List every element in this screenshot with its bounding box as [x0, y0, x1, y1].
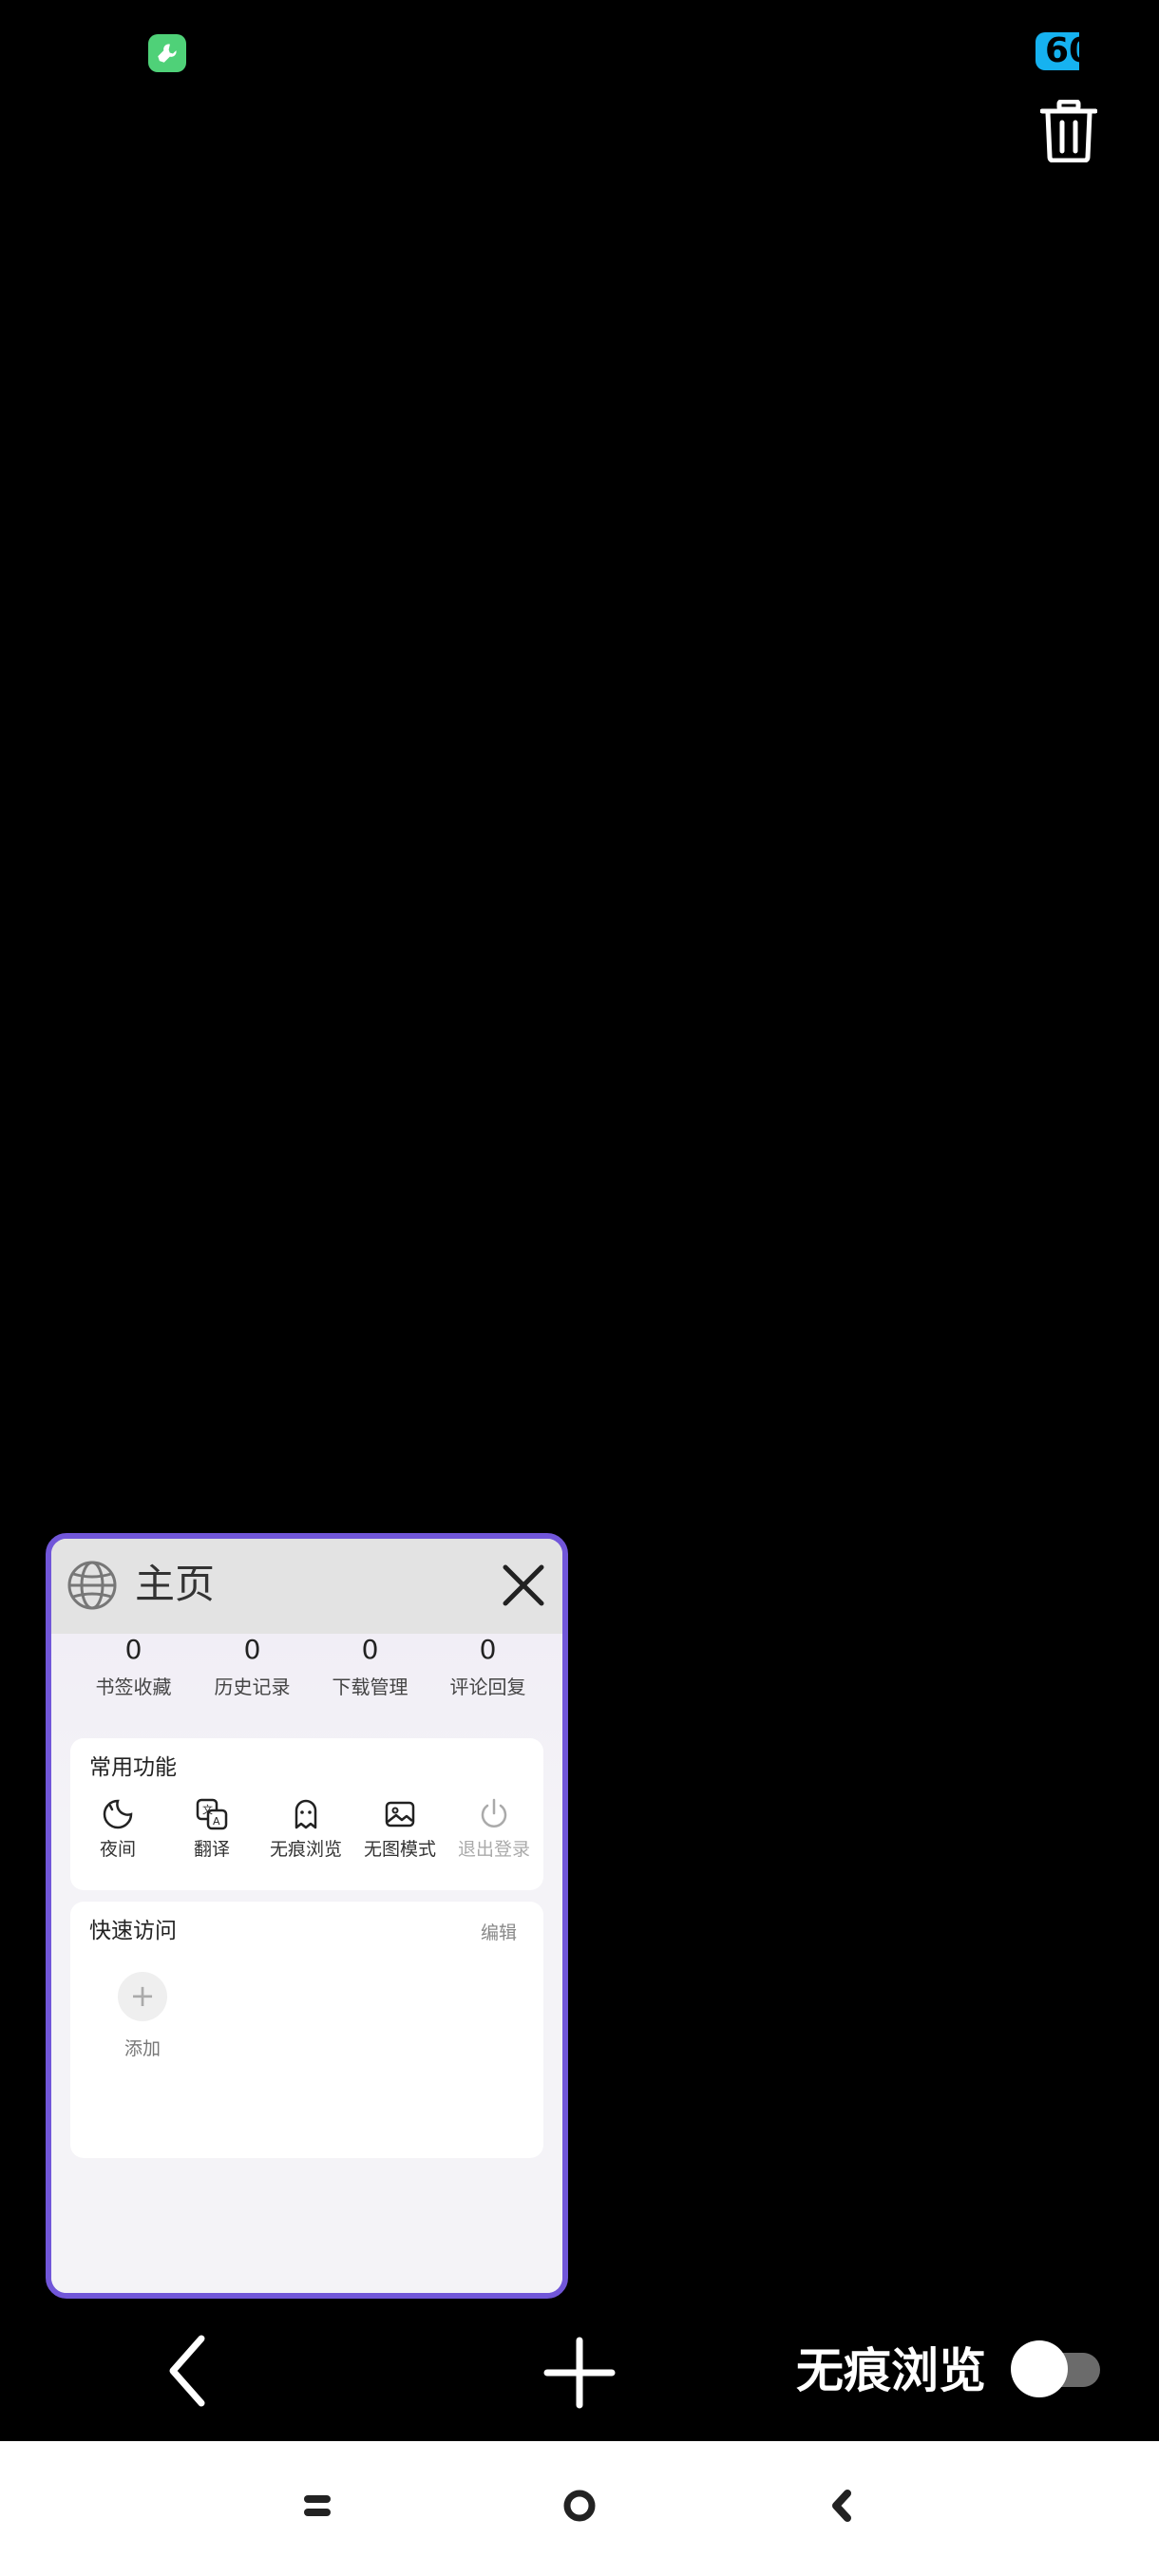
stat-count: 0 [124, 1634, 142, 1665]
stat-downloads[interactable]: 0 下载管理 [311, 1634, 429, 1700]
stat-label: 评论回复 [449, 1676, 526, 1698]
panel-title: 常用功能 [89, 1755, 177, 1780]
incognito-button[interactable]: 无痕浏览 [258, 1797, 353, 1862]
stat-bookmarks[interactable]: 0 书签收藏 [74, 1634, 193, 1700]
new-tab-button[interactable] [542, 2337, 618, 2409]
moon-icon [103, 1799, 133, 1829]
quick-access-panel: 快速访问 编辑 + 添加 [70, 1902, 543, 2158]
translate-icon: 文 A [196, 1798, 228, 1830]
home-button[interactable] [549, 2475, 610, 2536]
stat-label: 下载管理 [332, 1676, 408, 1698]
menu-icon [304, 2495, 331, 2516]
tab-header: 主页 [51, 1539, 562, 1634]
globe-icon [67, 1561, 117, 1610]
common-functions-panel: 常用功能 夜间 文 A 翻译 无痕浏览 无图模式 退出登录 [70, 1738, 543, 1890]
trash-icon [1040, 100, 1097, 162]
status-badge: 60 [1036, 32, 1079, 70]
toggle-knob [1011, 2340, 1068, 2397]
close-icon[interactable] [498, 1560, 549, 1611]
system-back-button[interactable] [812, 2475, 873, 2536]
screen: 60 主页 [0, 0, 1159, 2576]
stat-count: 0 [243, 1634, 261, 1665]
stat-count: 0 [361, 1634, 379, 1665]
svg-text:文: 文 [202, 1803, 213, 1816]
back-button[interactable] [162, 2333, 218, 2409]
incognito-label: 无痕浏览 [796, 2343, 986, 2398]
power-icon [481, 1798, 507, 1828]
panel-title: 快速访问 [89, 1919, 177, 1943]
func-label: 翻译 [193, 1839, 230, 1860]
night-mode-button[interactable]: 夜间 [70, 1797, 165, 1862]
stat-comments[interactable]: 0 评论回复 [428, 1634, 547, 1700]
func-label: 夜间 [99, 1839, 136, 1860]
func-label: 退出登录 [457, 1839, 530, 1860]
ghost-icon [294, 1799, 317, 1829]
translate-button[interactable]: 文 A 翻译 [164, 1797, 259, 1862]
plus-icon [543, 2337, 616, 2409]
svg-text:A: A [213, 1815, 220, 1828]
stat-count: 0 [479, 1634, 497, 1665]
clear-tabs-button[interactable] [1036, 95, 1102, 167]
tab-card-home[interactable]: 主页 0 书签收藏 0 历史记录 0 下载管理 0 评论回复 常用功能 夜间 文… [46, 1533, 568, 2299]
logout-button[interactable]: 退出登录 [446, 1797, 542, 1862]
system-nav-bar [0, 2441, 1159, 2576]
image-icon [385, 1801, 415, 1828]
incognito-toggle[interactable] [1011, 2340, 1102, 2397]
stat-history[interactable]: 0 历史记录 [193, 1634, 312, 1700]
recent-apps-button[interactable] [287, 2475, 348, 2536]
back-icon [832, 2490, 851, 2522]
add-shortcut-button[interactable]: + [118, 1972, 167, 2021]
tab-preview-content: 0 书签收藏 0 历史记录 0 下载管理 0 评论回复 常用功能 夜间 文 A … [51, 1634, 562, 2293]
add-shortcut-label: 添加 [124, 2038, 161, 2059]
stat-label: 书签收藏 [95, 1676, 172, 1698]
chevron-left-icon [169, 2335, 205, 2407]
home-circle-icon [563, 2490, 596, 2522]
wrench-icon [148, 34, 186, 72]
edit-button[interactable]: 编辑 [481, 1919, 517, 1944]
func-label: 无图模式 [363, 1839, 436, 1860]
tab-title: 主页 [135, 1561, 216, 1607]
no-image-mode-button[interactable]: 无图模式 [352, 1797, 447, 1862]
stats-row: 0 书签收藏 0 历史记录 0 下载管理 0 评论回复 [74, 1634, 549, 1714]
func-label: 无痕浏览 [269, 1839, 342, 1860]
stat-label: 历史记录 [214, 1676, 291, 1698]
